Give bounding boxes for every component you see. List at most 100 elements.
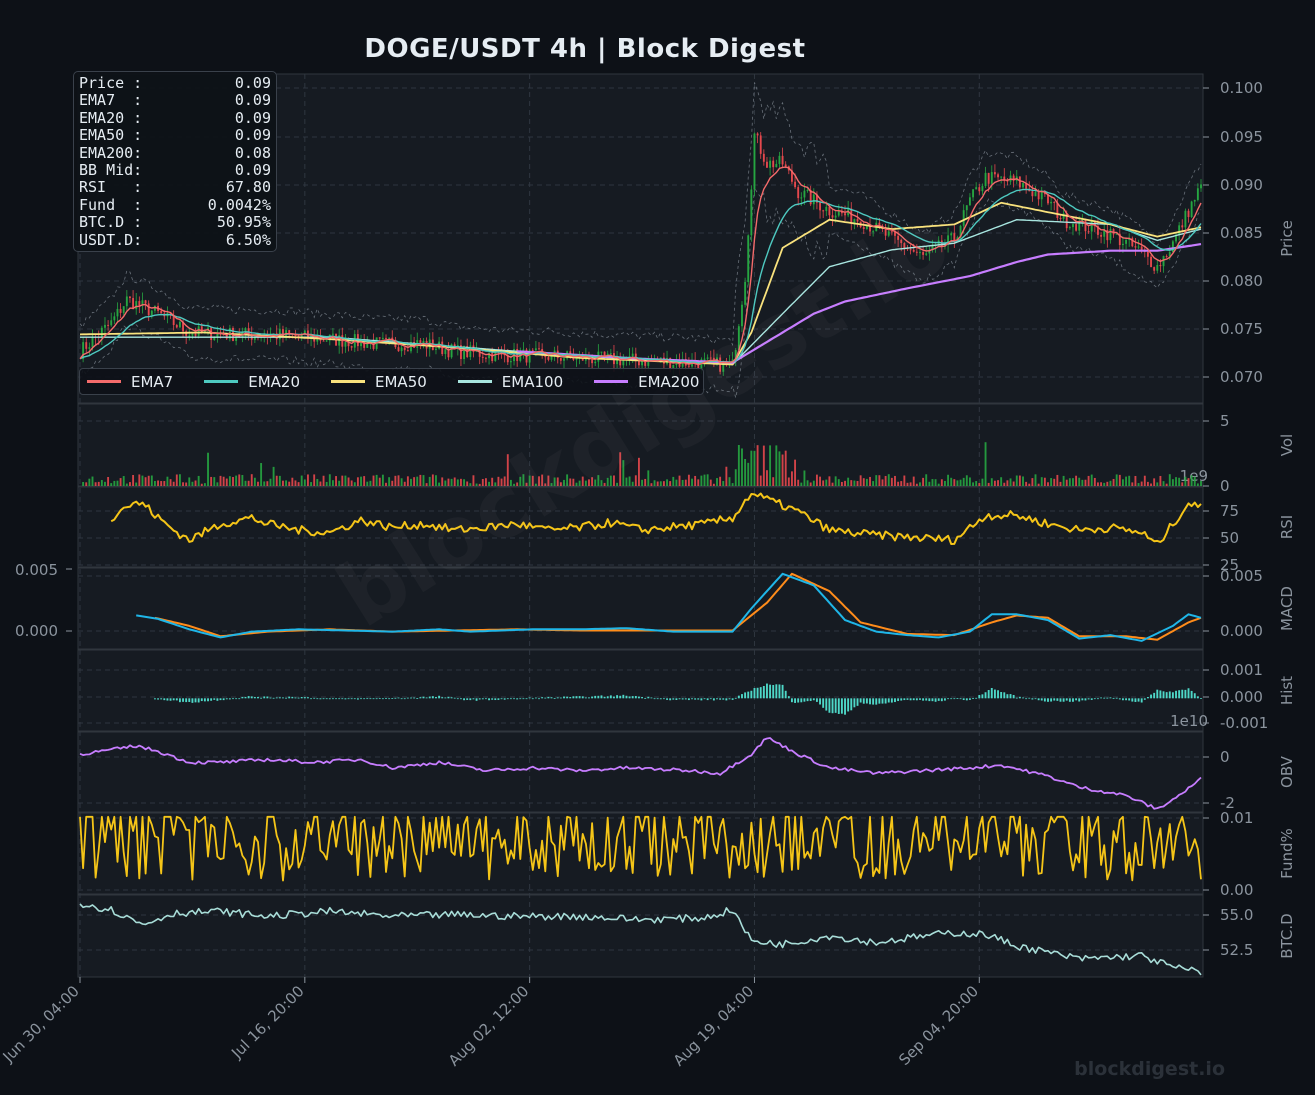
info-row-funding: Fund :0.0042% (79, 195, 271, 214)
volume-bar (203, 483, 206, 486)
volume-bar (1181, 482, 1184, 486)
volume-bar (975, 480, 978, 486)
volume-bar (644, 478, 647, 486)
volume-bar (369, 480, 372, 486)
macd-histogram-bar (497, 698, 500, 700)
volume-bar (987, 482, 990, 486)
volume-bar (784, 450, 787, 486)
volume-bar (182, 482, 184, 486)
volume-bar (944, 480, 946, 486)
macd-histogram-bar (1156, 689, 1159, 699)
volume-bar (1090, 474, 1093, 486)
volume-bar (706, 474, 709, 486)
volume-bar (653, 480, 656, 486)
volume-bar (641, 479, 644, 486)
volume-bar (887, 474, 890, 486)
price-candle (1059, 217, 1062, 219)
volume-bar (1153, 478, 1156, 486)
volume-bar (972, 482, 974, 486)
y-tick-label: 0.00 (1220, 881, 1253, 899)
price-candle (591, 359, 594, 364)
price-candle (600, 351, 603, 353)
macd-histogram-bar (959, 698, 962, 700)
volume-bar (1200, 480, 1202, 486)
volume-bar (263, 481, 266, 486)
volume-bar (257, 481, 259, 486)
volume-bar (97, 481, 100, 486)
volume-bar (247, 480, 250, 486)
macd-histogram-bar (647, 696, 650, 699)
macd-histogram-bar (653, 698, 656, 700)
macd-histogram-bar (238, 698, 241, 700)
macd-histogram-bar (566, 696, 569, 699)
price-candle (594, 361, 597, 364)
volume-bar (347, 477, 350, 486)
macd-histogram-bar (984, 692, 987, 699)
macd-histogram-bar (1193, 693, 1196, 699)
volume-bar (1106, 481, 1109, 486)
y-tick-label: 0.001 (1220, 661, 1263, 679)
macd-histogram-bar (460, 698, 462, 700)
volume-bar (363, 476, 366, 486)
volume-bar (1065, 479, 1068, 486)
y-tick-label: 75 (1220, 502, 1239, 520)
volume-bar (687, 474, 690, 486)
volume-bar (694, 475, 697, 486)
macd-histogram-bar (253, 696, 256, 699)
volume-bar (650, 483, 653, 486)
volume-bar (1193, 476, 1196, 486)
macd-histogram-bar (313, 697, 316, 699)
macd-histogram-bar (319, 698, 322, 700)
volume-bar (681, 479, 684, 486)
macd-histogram-bar (887, 698, 890, 703)
macd-histogram-bar (769, 684, 772, 699)
price-candle (772, 160, 775, 168)
volume-bar (154, 480, 156, 486)
macd-histogram-bar (228, 698, 231, 700)
volume-bar (1171, 479, 1174, 486)
volume-bar (416, 476, 419, 486)
x-tick-label: Aug 19, 04:00 (670, 982, 758, 1070)
y-tick-label: 5 (1220, 412, 1230, 430)
macd-histogram-bar (335, 698, 337, 700)
macd-histogram-bar (753, 688, 756, 699)
macd-histogram-bar (1106, 697, 1109, 699)
y-tick-label: 0.085 (1220, 224, 1263, 242)
volume-bar (822, 480, 825, 486)
macd-histogram-bar (538, 698, 540, 700)
macd-histogram-bar (353, 698, 356, 700)
price-candle (1181, 225, 1184, 228)
y-tick-label: 0.100 (1220, 79, 1263, 97)
macd-histogram-bar (1022, 697, 1024, 699)
macd-histogram-bar (1121, 698, 1124, 701)
volume-bar (406, 476, 409, 486)
price-candle (325, 340, 328, 342)
volume-bar (672, 476, 675, 486)
volume-bar (160, 481, 163, 486)
volume-bar (990, 478, 993, 486)
volume-bar (953, 479, 956, 486)
macd-histogram-bar (478, 698, 481, 700)
macd-histogram-bar (1050, 698, 1053, 702)
volume-bar (291, 477, 294, 486)
volume-bar (366, 481, 369, 486)
macd-histogram-bar (282, 697, 284, 699)
price-candle (747, 235, 750, 282)
macd-histogram-bar (1087, 698, 1090, 700)
panel-macd-background (77, 567, 1204, 650)
macd-histogram-bar (772, 685, 775, 699)
macd-histogram-bar (606, 696, 609, 699)
volume-bar (850, 480, 853, 486)
macd-histogram-bar (597, 695, 600, 699)
macd-histogram-bar (444, 697, 447, 699)
macd-histogram-bar (616, 695, 619, 699)
volume-bar (956, 480, 959, 486)
price-candle (1187, 210, 1190, 218)
volume-bar (225, 478, 228, 486)
macd-histogram-bar (235, 698, 238, 700)
volume-bar (800, 482, 803, 486)
volume-bar (1087, 475, 1090, 486)
macd-histogram-bar (378, 698, 381, 700)
panel-hist-background (77, 649, 1204, 732)
macd-histogram-bar (662, 698, 665, 700)
